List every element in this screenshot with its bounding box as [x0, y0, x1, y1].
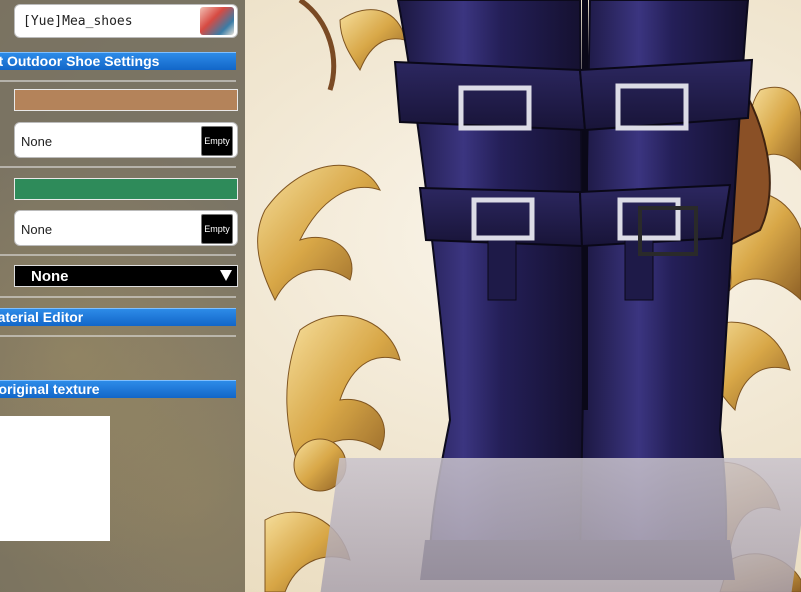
texture-value-2: None	[21, 222, 53, 237]
divider	[0, 166, 236, 168]
dropdown-arrow-icon	[220, 270, 232, 281]
color-swatch-main[interactable]	[14, 89, 238, 111]
empty-button-2[interactable]: Empty	[201, 214, 233, 244]
divider	[0, 80, 236, 82]
empty-button-1[interactable]: Empty	[201, 126, 233, 156]
divider	[0, 296, 236, 298]
settings-panel: [Yue]Mea_shoes ult Outdoor Shoe Settings…	[0, 0, 245, 592]
color-swatch-secondary[interactable]	[14, 178, 238, 200]
texture-field-2[interactable]: None Empty	[14, 210, 238, 246]
section-header-original-texture[interactable]: p original texture	[0, 380, 236, 398]
shoe-settings-title: ult Outdoor Shoe Settings	[0, 53, 160, 69]
original-texture-title: p original texture	[0, 381, 100, 397]
divider	[0, 254, 236, 256]
section-header-shoe-settings[interactable]: ult Outdoor Shoe Settings	[0, 52, 236, 70]
section-header-material-editor[interactable]: Material Editor	[0, 308, 236, 326]
divider	[0, 335, 236, 337]
texture-preview	[0, 416, 110, 541]
pattern-dropdown[interactable]: None	[14, 265, 238, 287]
material-editor-title: Material Editor	[0, 309, 84, 325]
texture-field-1[interactable]: None Empty	[14, 122, 238, 158]
texture-value-1: None	[21, 134, 53, 149]
dropdown-value: None	[31, 268, 69, 285]
floor-plane	[320, 458, 801, 592]
item-thumbnail	[200, 7, 234, 35]
item-name-label: [Yue]Mea_shoes	[23, 14, 133, 29]
item-name-field[interactable]: [Yue]Mea_shoes	[14, 4, 238, 38]
